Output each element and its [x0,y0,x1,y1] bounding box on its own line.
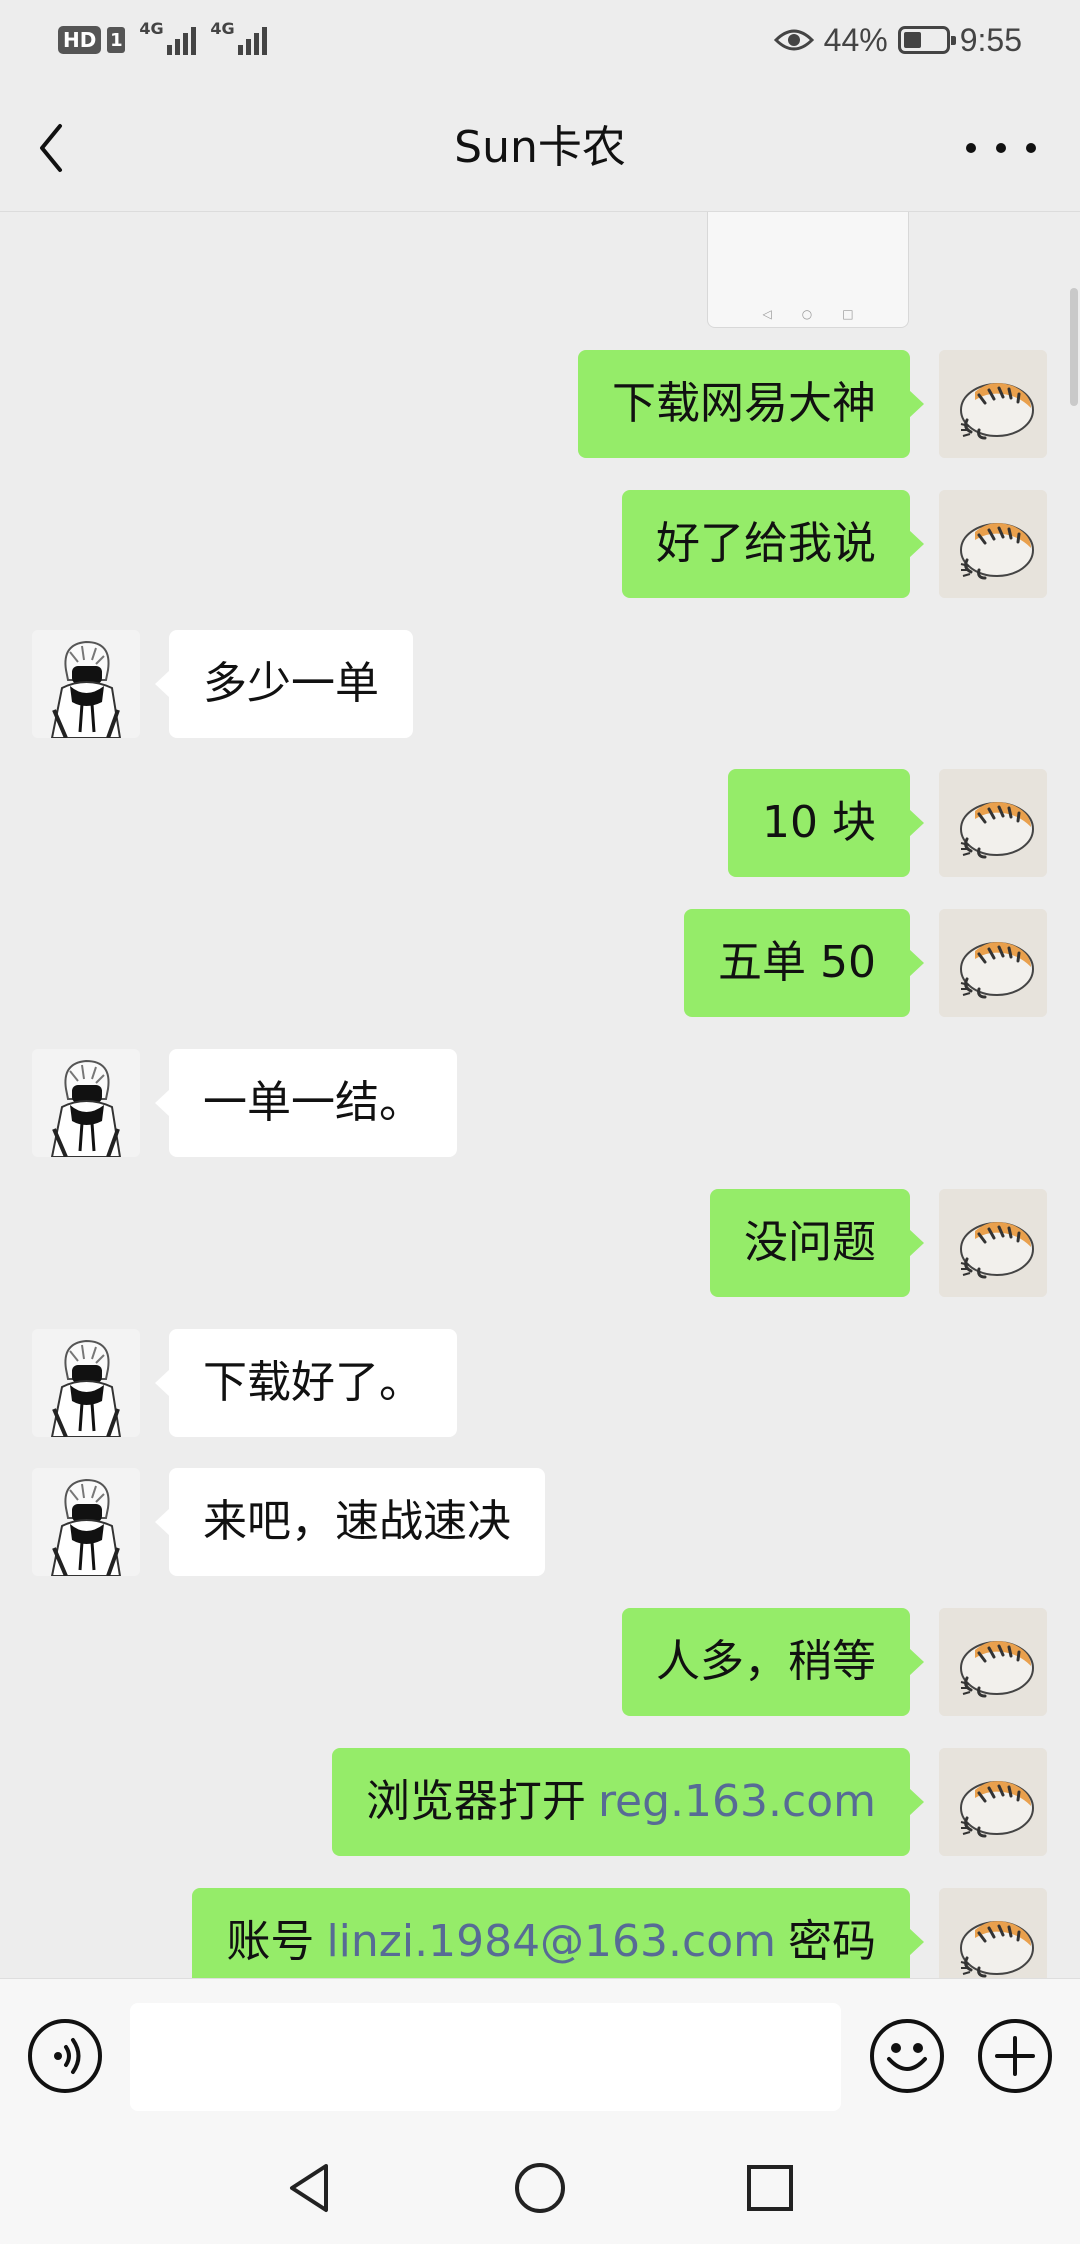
message-text: 人多，稍等 [656,1636,876,1687]
status-bar: HD 1 4G 4G 44% 9:55 [0,0,1080,84]
my-avatar[interactable] [939,1608,1047,1716]
received-message: 来吧，速战速决 [0,1468,1080,1576]
nav-back-button[interactable] [280,2158,340,2218]
nav-home-button[interactable] [510,2158,570,2218]
chat-header: Sun卡农 [0,84,1080,212]
sent-message: 好了给我说 [0,490,1080,598]
message-bubble[interactable]: 人多，稍等 [622,1608,924,1716]
message-text: 下载网易大神 [612,378,876,429]
battery-icon [897,26,956,54]
message-bubble[interactable]: 下载好了。 [155,1329,457,1437]
received-message: 一单一结。 [0,1049,1080,1157]
message-text: 好了给我说 [656,518,876,569]
my-avatar[interactable] [939,490,1047,598]
input-bar [0,1978,1080,2134]
my-avatar[interactable] [939,1189,1047,1297]
signal-icon-2: 4G [210,21,268,55]
received-message: 下载好了。 [0,1329,1080,1437]
emoji-button[interactable] [870,2019,944,2093]
message-text: 五单 50 [718,937,876,988]
image-message-thumbnail[interactable]: ◁ ○ □ [707,212,909,328]
received-message: 多少一单 [0,630,1080,738]
square-recent-icon [747,2165,793,2211]
network-label-2: 4G [210,19,235,38]
message-text: 来吧，速战速决 [203,1496,511,1547]
plus-icon [995,2036,1035,2076]
message-text: 一单一结。 [203,1077,423,1128]
my-avatar[interactable] [939,1748,1047,1856]
message-text: 没问题 [744,1217,876,1268]
system-nav-bar [0,2134,1080,2244]
voice-button[interactable] [28,2019,102,2093]
sent-message: 10 块 [0,769,1080,877]
emoji-icon [887,2043,927,2071]
my-avatar[interactable] [939,769,1047,877]
status-right: 44% 9:55 [773,18,1022,62]
triangle-back-icon [290,2164,328,2212]
sent-message: 五单 50 [0,909,1080,1017]
contact-avatar[interactable] [32,630,140,738]
voice-icon [54,2038,81,2074]
sim-badge: 1 [107,27,126,53]
message-bubble[interactable]: 下载网易大神 [578,350,924,458]
sent-message: 人多，稍等 [0,1608,1080,1716]
eye-icon [773,29,814,51]
message-bubble[interactable]: 来吧，速战速决 [155,1468,545,1576]
message-input[interactable] [130,2003,841,2111]
message-link[interactable]: linzi.1984@163.com [326,1920,776,1964]
contact-avatar[interactable] [32,1329,140,1437]
hd-badge: HD [58,26,102,54]
my-avatar[interactable] [939,1888,1047,1978]
message-bubble[interactable]: 五单 50 [684,909,924,1017]
message-bubble[interactable]: 账号 linzi.1984@163.com 密码 [192,1888,924,1978]
sent-message: 浏览器打开 reg.163.com [0,1748,1080,1856]
contact-avatar[interactable] [32,1049,140,1157]
message-bubble[interactable]: 多少一单 [155,630,413,738]
chat-title: Sun卡农 [454,122,626,173]
message-bubble[interactable]: 没问题 [710,1189,924,1297]
signal-icon: 4G [139,21,197,55]
message-text: 下载好了。 [203,1357,423,1408]
message-bubble[interactable]: 一单一结。 [155,1049,457,1157]
clock: 9:55 [959,21,1022,58]
message-text: 多少一单 [203,658,379,709]
message-link[interactable]: reg.163.com [598,1780,876,1824]
more-button[interactable] [966,118,1036,178]
message-list[interactable]: ◁ ○ □ 下载网易大神 好了给我说 多少一单 10 块 五单 50 一单一结。 没… [0,212,1080,1978]
battery-percent: 44% [823,21,888,58]
message-text: 浏览器打开 [365,1776,586,1827]
message-text-suffix: 密码 [788,1916,876,1967]
my-avatar[interactable] [939,350,1047,458]
nav-recent-button[interactable] [740,2158,800,2218]
network-label: 4G [139,19,164,38]
sent-message: 账号 linzi.1984@163.com 密码 [0,1888,1080,1978]
more-dots-icon [966,143,976,153]
sent-message: 没问题 [0,1189,1080,1297]
status-left: HD 1 4G 4G [58,21,268,58]
message-text: 账号 [226,1916,315,1967]
message-bubble[interactable]: 浏览器打开 reg.163.com [331,1748,925,1856]
sent-message: 下载网易大神 [0,350,1080,458]
message-text: 10 块 [762,797,876,848]
my-avatar[interactable] [939,909,1047,1017]
circle-home-icon [515,2163,565,2213]
contact-avatar[interactable] [32,1468,140,1576]
message-bubble[interactable]: 好了给我说 [622,490,924,598]
thumbnail-nav-icons: ◁ ○ □ [762,307,854,321]
plus-button[interactable] [978,2019,1052,2093]
message-bubble[interactable]: 10 块 [728,769,924,877]
